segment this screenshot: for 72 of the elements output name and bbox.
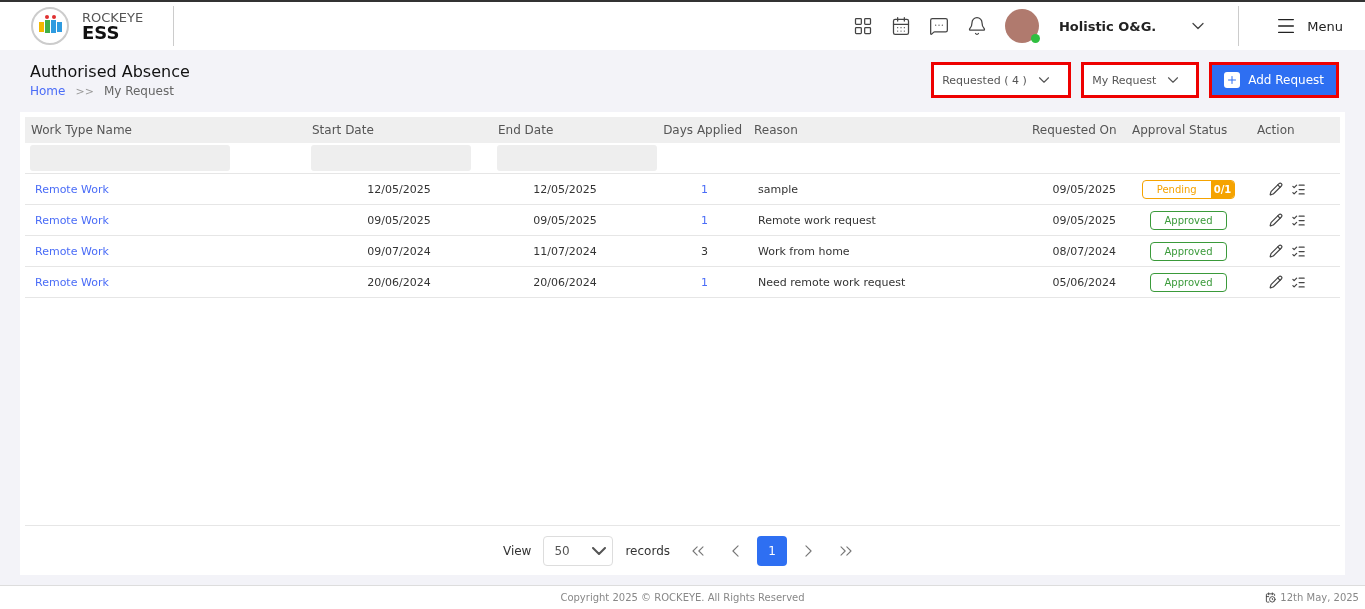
table-cell-text: 20/06/2024 bbox=[532, 275, 598, 289]
work-type-link[interactable]: Remote Work bbox=[25, 244, 306, 258]
work-type-link[interactable]: Remote Work bbox=[25, 213, 306, 227]
status-badge: Approved bbox=[1149, 272, 1228, 292]
table-cell-text: 09/05/2025 bbox=[532, 213, 598, 227]
work-type-link[interactable]: Remote Work bbox=[25, 182, 306, 196]
checklist-icon[interactable] bbox=[1291, 181, 1306, 197]
table-cell-text: 09/05/2025 bbox=[1051, 182, 1117, 196]
status-badge: Approved bbox=[1149, 241, 1228, 261]
view-label: View bbox=[502, 543, 532, 558]
brand-name: ROCKEYE bbox=[82, 10, 144, 24]
user-name[interactable]: Holistic O&G. bbox=[1058, 18, 1157, 34]
edit-pencil-icon[interactable] bbox=[1269, 274, 1283, 290]
notification-bell-icon[interactable] bbox=[966, 16, 987, 36]
checklist-icon[interactable] bbox=[1291, 274, 1306, 290]
calendar-icon[interactable] bbox=[890, 16, 911, 36]
add-request-button[interactable]: Add Request bbox=[1209, 62, 1339, 98]
edit-pencil-icon[interactable] bbox=[1269, 212, 1283, 228]
work-type-link[interactable]: Remote Work bbox=[25, 275, 306, 289]
chevron-down-icon bbox=[592, 546, 607, 555]
scope-filter-dropdown[interactable]: My Request bbox=[1081, 62, 1200, 98]
page-size-dropdown[interactable]: 50 bbox=[543, 535, 614, 566]
days-applied-link[interactable]: 1 bbox=[638, 182, 748, 196]
breadcrumb-current-page: My Request bbox=[103, 84, 174, 98]
table-cell-text: 09/05/2025 bbox=[1051, 213, 1117, 227]
column-header: Days Applied bbox=[662, 123, 743, 137]
edit-pencil-icon[interactable] bbox=[1269, 243, 1283, 259]
breadcrumb-separator: >> bbox=[75, 84, 94, 98]
page-title: Authorised Absence bbox=[30, 62, 190, 81]
user-avatar[interactable] bbox=[1004, 9, 1039, 43]
calendar-icon bbox=[1265, 592, 1277, 603]
table-cell-text: 09/07/2024 bbox=[366, 244, 432, 258]
table-cell-text: 12/05/2025 bbox=[532, 182, 598, 196]
table-cell-text: 09/05/2025 bbox=[366, 213, 432, 227]
column-header: Start Date bbox=[311, 123, 375, 137]
copyright-text: Copyright 2025 © ROCKEYE. All Rights Reserved bbox=[560, 592, 805, 603]
menu-button[interactable]: Menu bbox=[1275, 15, 1343, 37]
logo-icon bbox=[30, 6, 70, 46]
edit-pencil-icon[interactable] bbox=[1269, 181, 1283, 197]
status-badge: Approved bbox=[1149, 210, 1228, 230]
records-label: records bbox=[625, 543, 671, 558]
column-header: End Date bbox=[497, 123, 555, 137]
chevron-right-icon bbox=[805, 544, 813, 557]
plus-icon bbox=[1224, 72, 1241, 88]
column-header: Requested On bbox=[1031, 123, 1118, 137]
table-cell-text: 11/07/2024 bbox=[532, 244, 598, 258]
table-cell-text: 05/06/2024 bbox=[1051, 275, 1117, 289]
days-applied-link[interactable]: 1 bbox=[638, 275, 748, 289]
message-icon[interactable] bbox=[928, 16, 949, 36]
chevron-left-icon bbox=[732, 544, 740, 557]
column-header: Approval Status bbox=[1131, 123, 1229, 137]
table-cell-text: Remote work request bbox=[757, 213, 877, 227]
checklist-icon[interactable] bbox=[1291, 212, 1306, 228]
table-cell-text: 20/06/2024 bbox=[366, 275, 432, 289]
breadcrumb-link[interactable]: Home bbox=[30, 84, 66, 98]
current-date: 12th May, 2025 bbox=[1280, 592, 1359, 603]
column-header: Reason bbox=[753, 123, 799, 137]
table-cell-text: Work from home bbox=[757, 244, 851, 258]
table-cell-text: 3 bbox=[700, 244, 709, 258]
status-filter-dropdown[interactable]: Requested ( 4 ) bbox=[931, 62, 1072, 98]
checklist-icon[interactable] bbox=[1291, 243, 1306, 259]
table-cell-text: 08/07/2024 bbox=[1051, 244, 1117, 258]
column-header: Action bbox=[1256, 123, 1296, 137]
column-header: Work Type Name bbox=[30, 123, 133, 137]
status-badge: Pending 0/1 bbox=[1141, 179, 1236, 199]
apps-grid-icon[interactable] bbox=[852, 16, 873, 36]
brand-product: ESS bbox=[82, 23, 120, 42]
table-cell-text: Need remote work request bbox=[757, 275, 907, 289]
table-cell-text: sample bbox=[757, 182, 799, 196]
days-applied-link[interactable]: 1 bbox=[638, 213, 748, 227]
page-number-button[interactable]: 1 bbox=[757, 535, 788, 566]
table-cell-text: 12/05/2025 bbox=[366, 182, 432, 196]
